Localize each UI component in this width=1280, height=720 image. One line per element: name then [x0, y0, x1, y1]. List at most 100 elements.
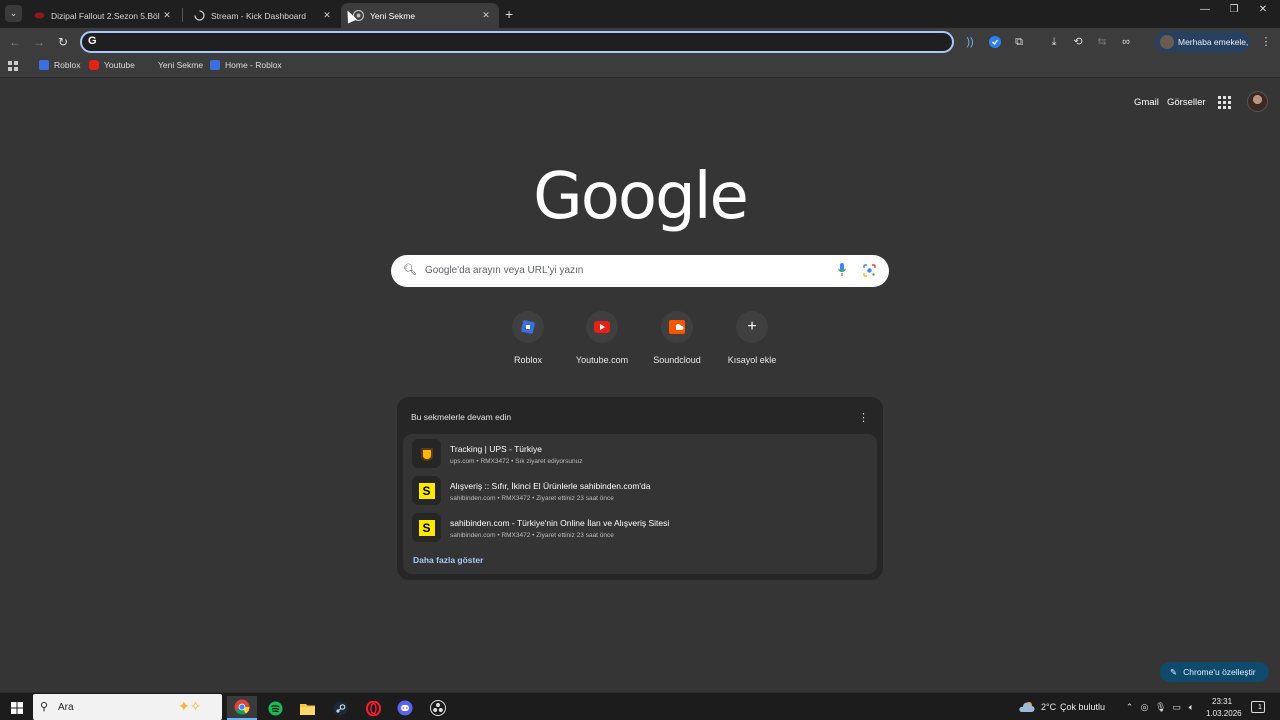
shortcut-label: Roblox: [513, 355, 542, 365]
reload-button[interactable]: ↻: [55, 34, 71, 50]
bookmark-label: Yeni Sekme: [158, 60, 204, 70]
pencil-icon: ✎: [1170, 666, 1178, 677]
account-avatar[interactable]: [1247, 91, 1268, 112]
taskbar-file-explorer[interactable]: [292, 696, 322, 720]
shortcut-roblox[interactable]: Roblox: [488, 311, 568, 365]
sahibinden-icon: S: [412, 513, 441, 542]
tab-kick[interactable]: Stream - Kick Dashboard ✕: [182, 3, 340, 28]
item-meta: ups.com • RMX3472 • Sık ziyaret ediyorsu…: [450, 458, 583, 465]
extension-icon[interactable]: )): [963, 35, 977, 49]
profile-label: Merhaba emekele,: [1178, 37, 1249, 47]
tray-overflow-chevron-icon[interactable]: ⌃: [1124, 702, 1135, 713]
clock-time[interactable]: 23:31: [1212, 697, 1232, 706]
new-tab-button[interactable]: +: [505, 6, 513, 22]
shortcut-icon-circle: [586, 311, 618, 343]
bookmark-roblox[interactable]: Roblox: [39, 60, 80, 70]
youtube-icon: [594, 321, 610, 333]
tab-yeni-sekme[interactable]: Yeni Sekme ✕: [341, 3, 499, 28]
taskbar-opera[interactable]: [358, 696, 388, 720]
item-meta: sahibinden.com • RMX3472 • Ziyaret ettin…: [450, 532, 614, 539]
gmail-link[interactable]: Gmail: [1134, 97, 1159, 108]
minimize-button[interactable]: —: [1195, 4, 1215, 15]
spotify-icon: [268, 701, 282, 715]
notification-count: 1: [1258, 704, 1262, 711]
discord-icon: [397, 700, 413, 716]
bookmark-label: Roblox: [54, 60, 81, 70]
new-tab-page: Gmail Görseller Google 🔍︎ Google'da aray…: [0, 78, 1280, 692]
steam-icon: [333, 701, 347, 715]
bookmark-youtube[interactable]: Youtube: [89, 60, 135, 70]
list-item[interactable]: Tracking | UPS - Türkiye ups.com • RMX34…: [408, 436, 872, 472]
windows-taskbar: ⚲ Ara ✦✧ 2°C Çok bulutlu ⌃ ◎ 🎙︎ ▭ 🔈︎ 23:…: [0, 692, 1280, 720]
roblox-icon: [521, 320, 535, 334]
tab-dizipal[interactable]: Dizipal Fallout 2.Sezon 5.Bölüm ✕: [22, 3, 180, 28]
weather-temp[interactable]: 2°C: [1041, 702, 1056, 712]
close-window-button[interactable]: ✕: [1253, 4, 1273, 15]
taskbar-search-placeholder: Ara: [58, 702, 74, 713]
weather-desc[interactable]: Çok bulutlu: [1060, 702, 1105, 712]
browser-toolbar: ← → ↻ G )) ⧉ ⤓ ⟲ ⇆ ∞ Merhaba emekele, ⋮: [0, 28, 1280, 56]
chrome-icon: [234, 699, 250, 715]
show-more-link[interactable]: Daha fazla göster: [413, 555, 483, 565]
item-title: sahibinden.com - Türkiye'nin Online İlan…: [450, 518, 670, 528]
customize-chrome-button[interactable]: ✎ Chrome'u özelleştir: [1160, 662, 1269, 682]
tab-search-button[interactable]: ⌄: [5, 5, 22, 22]
shortcut-youtube[interactable]: Youtube.com: [562, 311, 642, 365]
taskbar-chrome[interactable]: [227, 696, 257, 720]
clock-date[interactable]: 1.03.2026: [1206, 709, 1242, 718]
google-apps-icon[interactable]: [1218, 96, 1231, 109]
list-item[interactable]: S sahibinden.com - Türkiye'nin Online İl…: [408, 510, 872, 546]
close-tab-icon[interactable]: ✕: [320, 10, 334, 21]
bookmark-home-roblox[interactable]: Home - Roblox: [210, 60, 282, 70]
volume-icon[interactable]: 🔈︎: [1186, 702, 1197, 713]
address-bar[interactable]: G: [80, 31, 954, 53]
close-tab-icon[interactable]: ✕: [479, 10, 493, 21]
google-lens-icon[interactable]: [863, 264, 876, 277]
dizipal-favicon: [34, 12, 45, 19]
add-shortcut-button[interactable]: + Kısayol ekle: [712, 311, 792, 365]
tray-app-icon[interactable]: ◎: [1139, 702, 1150, 713]
youtube-icon: [89, 60, 99, 70]
network-icon[interactable]: ▭: [1171, 702, 1182, 713]
list-item[interactable]: S Alışveriş :: Sıfır, İkinci El Ürünlerl…: [408, 473, 872, 509]
shortcut-soundcloud[interactable]: Soundcloud: [637, 311, 717, 365]
back-button[interactable]: ←: [7, 34, 23, 50]
menu-kebab-icon[interactable]: ⋮: [1259, 35, 1273, 49]
microphone-icon[interactable]: 🎙︎: [1155, 702, 1166, 713]
obs-icon: [430, 700, 446, 716]
roblox-icon: [39, 60, 49, 70]
taskbar-discord[interactable]: [390, 696, 420, 720]
loading-spinner-icon: [194, 10, 205, 21]
windows-start-button[interactable]: [2, 696, 32, 720]
microphone-icon[interactable]: [837, 262, 847, 278]
shortcut-icon-circle: +: [736, 311, 768, 343]
taskbar-spotify[interactable]: [260, 696, 290, 720]
extensions-puzzle-icon[interactable]: ⧉: [1012, 35, 1026, 49]
taskbar-search-input[interactable]: ⚲ Ara ✦✧: [33, 694, 222, 720]
taskbar-steam[interactable]: [325, 696, 355, 720]
downloads-icon[interactable]: ⤓: [1047, 35, 1061, 49]
profile-chip[interactable]: Merhaba emekele,: [1155, 31, 1250, 53]
images-link[interactable]: Görseller: [1167, 97, 1206, 108]
tab-title: Stream - Kick Dashboard: [211, 10, 306, 21]
share-link-icon[interactable]: ∞: [1119, 35, 1133, 49]
bookmark-label: Home - Roblox: [225, 60, 282, 70]
card-menu-kebab-icon[interactable]: ⋮: [858, 411, 869, 424]
bookmark-yeni-sekme[interactable]: Yeni Sekme: [158, 60, 203, 70]
google-g-icon: G: [88, 35, 97, 47]
history-icon[interactable]: ⟲: [1071, 35, 1085, 49]
apps-grid-icon[interactable]: [8, 61, 18, 71]
notification-icon[interactable]: 1: [1251, 701, 1265, 713]
roblox-icon: [210, 60, 220, 70]
taskbar-obs[interactable]: [423, 696, 453, 720]
translate-icon[interactable]: ⇆: [1095, 35, 1109, 49]
close-tab-icon[interactable]: ✕: [160, 10, 174, 21]
search-box[interactable]: 🔍︎ Google'da arayın veya URL'yi yazın: [391, 255, 889, 287]
restore-button[interactable]: ❐: [1224, 4, 1244, 15]
sahibinden-icon: S: [412, 476, 441, 505]
forward-button[interactable]: →: [31, 34, 47, 50]
bookmarks-bar: Roblox Youtube Yeni Sekme Home - Roblox: [0, 56, 1280, 78]
weather-cloud-icon[interactable]: [1019, 700, 1035, 712]
shortcut-label: Youtube.com: [575, 355, 629, 365]
extension-shield-icon[interactable]: [988, 35, 1002, 49]
